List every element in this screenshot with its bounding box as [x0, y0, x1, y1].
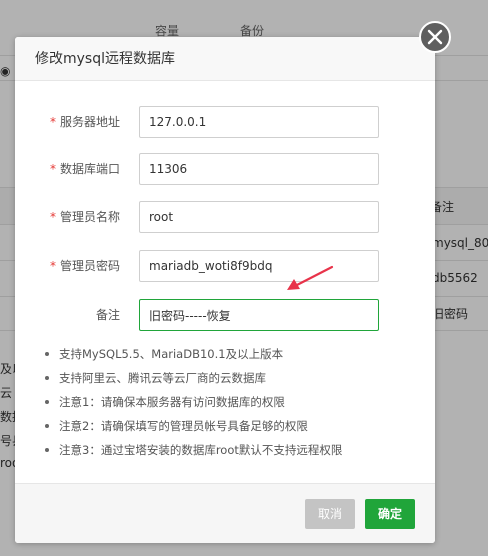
- server-address-label: * 服务器地址: [15, 106, 120, 138]
- remark-label: 备注: [15, 299, 120, 331]
- notes-list: 支持MySQL5.5、MariaDB10.1及以上版本 支持阿里云、腾讯云等云厂…: [43, 342, 423, 462]
- remark-row: 备注: [15, 299, 435, 331]
- remark-input[interactable]: [139, 299, 379, 331]
- admin-password-row: * 管理员密码: [15, 250, 435, 282]
- list-item: 支持阿里云、腾讯云等云厂商的云数据库: [43, 366, 423, 390]
- required-mark: *: [49, 162, 56, 176]
- note-text: 支持阿里云、腾讯云等云厂商的云数据库: [59, 371, 266, 385]
- list-item: 支持MySQL5.5、MariaDB10.1及以上版本: [43, 342, 423, 366]
- close-icon[interactable]: [419, 21, 451, 53]
- server-address-row: * 服务器地址: [15, 106, 435, 138]
- required-mark: *: [49, 115, 56, 129]
- label-text: 备注: [95, 308, 120, 322]
- admin-name-label: * 管理员名称: [15, 201, 120, 233]
- list-item: 注意2：请确保填写的管理员帐号具备足够的权限: [43, 414, 423, 438]
- db-port-input[interactable]: [139, 153, 379, 185]
- cancel-button[interactable]: 取消: [305, 499, 355, 529]
- admin-password-label: * 管理员密码: [15, 250, 120, 282]
- required-mark: *: [49, 210, 56, 224]
- list-item: 注意3：通过宝塔安装的数据库root默认不支持远程权限: [43, 438, 423, 462]
- list-item: 注意1：请确保本服务器有访问数据库的权限: [43, 390, 423, 414]
- db-port-row: * 数据库端口: [15, 153, 435, 185]
- server-address-input[interactable]: [139, 106, 379, 138]
- label-text: 管理员名称: [59, 210, 120, 224]
- label-text: 服务器地址: [59, 115, 120, 129]
- dialog-footer: 取消 确定: [15, 483, 435, 543]
- required-mark: *: [49, 259, 56, 273]
- confirm-button[interactable]: 确定: [365, 499, 415, 529]
- red-arrow-annotation: [287, 265, 334, 290]
- label-text: 管理员密码: [59, 259, 120, 273]
- note-text: 注意2：请确保填写的管理员帐号具备足够的权限: [59, 419, 308, 433]
- edit-remote-db-dialog: 修改mysql远程数据库 *服务器地址 *数据库端口 *管理员名称 *管理员密码…: [15, 37, 435, 543]
- dialog-title: 修改mysql远程数据库: [15, 37, 435, 81]
- note-text: 支持MySQL5.5、MariaDB10.1及以上版本: [59, 347, 284, 361]
- db-port-label: * 数据库端口: [15, 153, 120, 185]
- admin-name-input[interactable]: [139, 201, 379, 233]
- label-text: 数据库端口: [59, 162, 120, 176]
- admin-name-row: * 管理员名称: [15, 201, 435, 233]
- note-text: 注意3：通过宝塔安装的数据库root默认不支持远程权限: [59, 443, 343, 457]
- admin-password-input[interactable]: [139, 250, 379, 282]
- note-text: 注意1：请确保本服务器有访问数据库的权限: [59, 395, 285, 409]
